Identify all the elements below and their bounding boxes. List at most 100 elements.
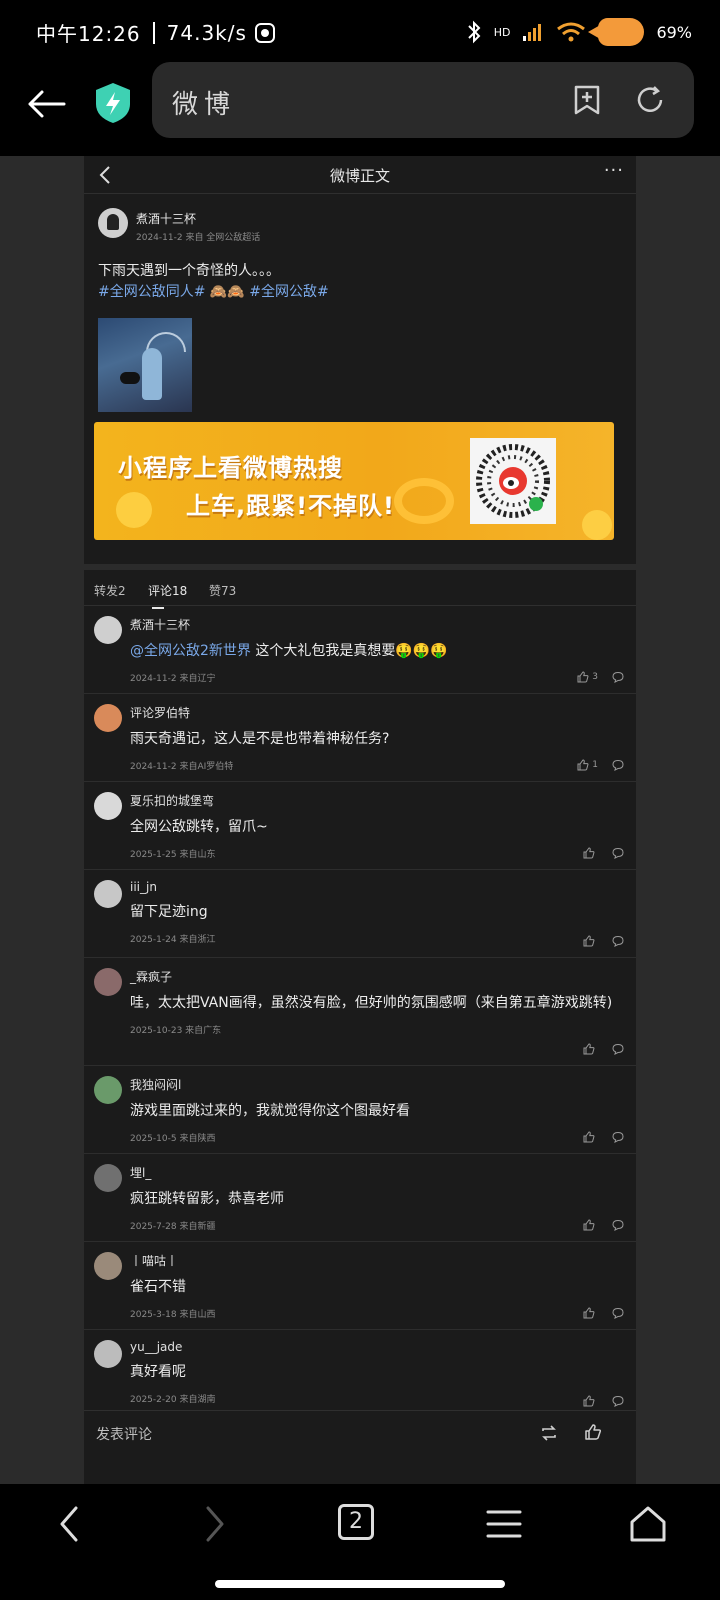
battery-fish-icon: [588, 18, 645, 46]
comment-text: 留下足迹ing: [130, 902, 626, 922]
comment-item[interactable]: 埋l_ 疯狂跳转留影，恭喜老师 2025-7-28 来自新疆: [84, 1154, 636, 1242]
url-text[interactable]: 微博: [172, 84, 236, 121]
comment-like-button[interactable]: [583, 1219, 598, 1231]
comment-item[interactable]: 评论罗伯特 雨天奇遇记，这人是不是也带着神秘任务? 2024-11-2 来自AI罗伯…: [84, 694, 636, 782]
bookmark-add-icon[interactable]: [572, 84, 602, 116]
comment-item[interactable]: 夏乐扣的城堡弯 全网公敌跳转，留爪~ 2025-1-25 来自山东: [84, 782, 636, 870]
comment-item[interactable]: yu__jade 真好看呢 2025-2-20 来自湖南: [84, 1330, 636, 1418]
tab-likes[interactable]: 赞73: [209, 582, 236, 599]
gesture-home-bar[interactable]: [215, 1580, 505, 1588]
web-content: 微博正文 ··· 煮酒十三杯 2024-11-2 来自 全网公敌超话 下雨天遇到…: [0, 156, 720, 1484]
comment-item[interactable]: iii_jn 留下足迹ing 2025-1-24 来自浙江: [84, 870, 636, 958]
comment-icon[interactable]: [612, 1219, 624, 1231]
comment-author[interactable]: 丨喵咕丨: [130, 1252, 626, 1269]
ad-banner[interactable]: 小程序上看微博热搜 上车,跟紧!不掉队!: [94, 422, 614, 540]
comment-item[interactable]: 煮酒十三杯 @全网公敌2新世界 这个大礼包我是真想要🤑🤑🤑 2024-11-2 来自…: [84, 606, 636, 694]
comment-author[interactable]: 煮酒十三杯: [130, 616, 626, 633]
comment-text: @全网公敌2新世界 这个大礼包我是真想要🤑🤑🤑: [130, 641, 626, 661]
shield-bolt-icon[interactable]: [94, 82, 132, 124]
bluetooth-icon: [467, 20, 481, 44]
weibo-nav: 微博正文 ···: [84, 156, 636, 194]
comment-like-button[interactable]: [583, 847, 598, 859]
comment-author[interactable]: 埋l_: [130, 1164, 626, 1181]
comment-author[interactable]: iii_jn: [130, 880, 626, 894]
comment-icon[interactable]: [612, 1307, 624, 1319]
comment-actions: 3: [577, 671, 624, 683]
avatar[interactable]: [98, 208, 128, 238]
comment-text: 哇，太太把VAN画得，虽然没有脸，但好帅的氛围感啊（来自第五章游戏跳转): [130, 993, 626, 1013]
post-author[interactable]: 煮酒十三杯: [136, 210, 260, 227]
comment-like-button[interactable]: [583, 935, 598, 947]
comment-icon[interactable]: [612, 1043, 624, 1055]
comment-author[interactable]: 我独闷闷l: [130, 1076, 626, 1093]
weibo-page: 微博正文 ··· 煮酒十三杯 2024-11-2 来自 全网公敌超话 下雨天遇到…: [84, 156, 636, 1484]
mention-link[interactable]: @全网公敌2新世界: [130, 643, 251, 659]
comment-like-button[interactable]: [583, 1307, 598, 1319]
post-tags: #全网公敌同人# 🙈🙈 #全网公敌#: [98, 282, 622, 302]
emoji: 🙈🙈: [209, 284, 245, 300]
status-separator: [152, 21, 155, 44]
post-text: 下雨天遇到一个奇怪的人。。。: [98, 263, 280, 279]
address-bar[interactable]: 微博: [152, 62, 694, 138]
comment-icon[interactable]: [612, 759, 624, 771]
comment-author[interactable]: 评论罗伯特: [130, 704, 626, 721]
back-arrow-icon[interactable]: [24, 82, 68, 126]
comment-author[interactable]: yu__jade: [130, 1340, 626, 1354]
comment-input[interactable]: 发表评论: [96, 1424, 152, 1444]
comment-icon[interactable]: [612, 671, 624, 683]
menu-icon[interactable]: [484, 1504, 524, 1544]
comment-like-button[interactable]: 3: [577, 671, 598, 683]
avatar[interactable]: [94, 792, 122, 820]
weibo-post: 煮酒十三杯 2024-11-2 来自 全网公敌超话 下雨天遇到一个奇怪的人。。。…: [84, 194, 636, 564]
tab-reposts[interactable]: 转发2: [94, 582, 126, 599]
tabs-icon[interactable]: 2: [338, 1504, 374, 1540]
hashtag-link[interactable]: #全网公敌#: [249, 284, 328, 300]
like-icon: [583, 1395, 595, 1407]
avatar[interactable]: [94, 880, 122, 908]
comment-actions: [583, 935, 624, 947]
like-icon: [583, 1131, 595, 1143]
refresh-icon[interactable]: [634, 84, 666, 116]
post-image[interactable]: [98, 318, 192, 412]
avatar[interactable]: [94, 1076, 122, 1104]
forward-icon[interactable]: [194, 1504, 234, 1544]
hashtag-link[interactable]: #全网公敌同人#: [98, 284, 205, 300]
comment-text: 全网公敌跳转，留爪~: [130, 817, 626, 837]
like-icon: [583, 1307, 595, 1319]
status-speed: 74.3k/s: [166, 20, 247, 45]
comment-item[interactable]: 丨喵咕丨 雀石不错 2025-3-18 来自山西: [84, 1242, 636, 1330]
avatar[interactable]: [94, 704, 122, 732]
home-icon[interactable]: [628, 1504, 668, 1544]
comment-item[interactable]: _霖疯子哇，太太把VAN画得，虽然没有脸，但好帅的氛围感啊（来自第五章游戏跳转)…: [84, 958, 636, 1066]
tab-comments[interactable]: 评论18: [148, 582, 187, 609]
avatar[interactable]: [94, 616, 122, 644]
avatar[interactable]: [94, 1340, 122, 1368]
comment-actions: [583, 1395, 624, 1407]
comment-text: 真好看呢: [130, 1362, 626, 1382]
comment-item[interactable]: 我独闷闷l 游戏里面跳过来的，我就觉得你这个图最好看 2025-10-5 来自陕西: [84, 1066, 636, 1154]
comment-text: 雀石不错: [130, 1277, 626, 1297]
banner-line1: 小程序上看微博热搜: [118, 454, 343, 482]
comment-like-button[interactable]: [583, 1043, 598, 1055]
back-icon[interactable]: [50, 1504, 90, 1544]
comment-meta: 2024-11-2 来自辽宁: [130, 674, 216, 684]
comment-like-button[interactable]: [583, 1131, 598, 1143]
comment-icon[interactable]: [612, 1131, 624, 1143]
comment-like-button[interactable]: 1: [577, 759, 598, 771]
comment-author[interactable]: 夏乐扣的城堡弯: [130, 792, 626, 809]
avatar[interactable]: [94, 1164, 122, 1192]
comment-author[interactable]: _霖疯子: [130, 968, 626, 985]
comment-actions: [583, 847, 624, 859]
avatar[interactable]: [94, 1252, 122, 1280]
post-meta: 2024-11-2 来自 全网公敌超话: [136, 233, 261, 243]
comment-icon[interactable]: [612, 1395, 624, 1407]
avatar[interactable]: [94, 968, 122, 996]
comment-icon[interactable]: [612, 935, 624, 947]
page-title: 微博正文: [329, 167, 390, 185]
more-icon[interactable]: ···: [604, 160, 624, 181]
repost-icon[interactable]: [540, 1425, 558, 1441]
like-icon[interactable]: [584, 1423, 602, 1441]
comment-like-button[interactable]: [583, 1395, 598, 1407]
comment-body: 雨天奇遇记，这人是不是也带着神秘任务?: [130, 731, 390, 747]
comment-icon[interactable]: [612, 847, 624, 859]
